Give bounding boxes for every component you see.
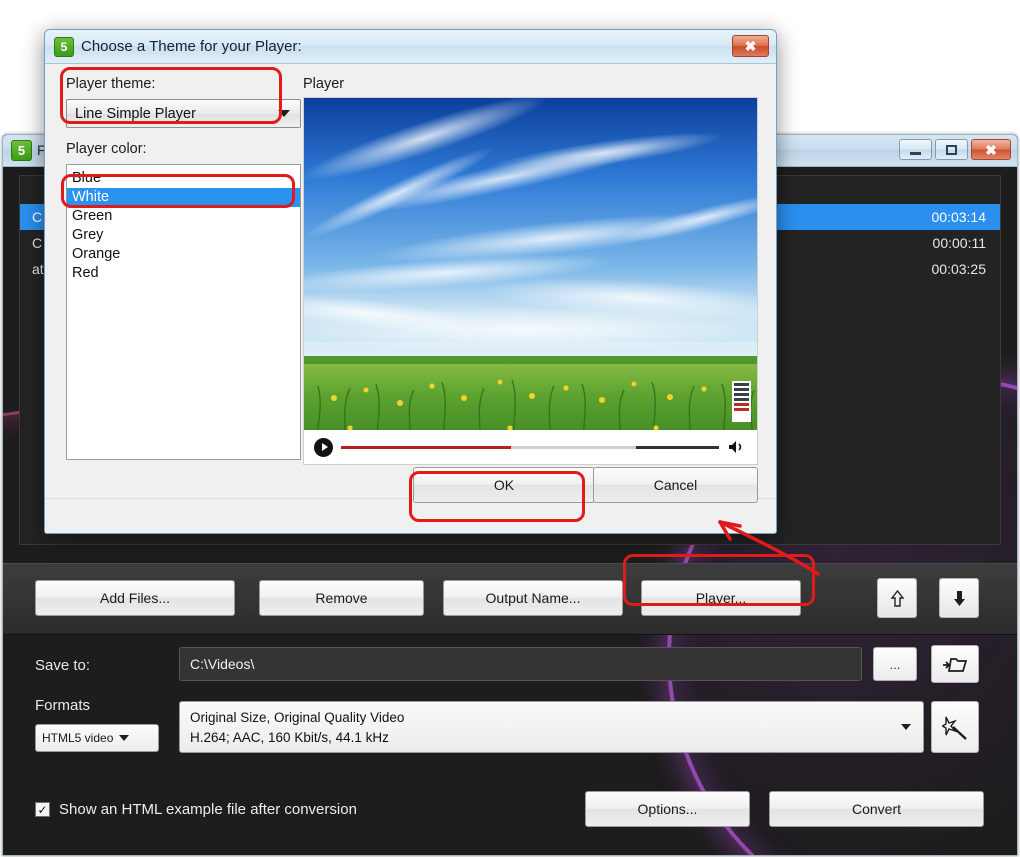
html5-green-icon: 5: [11, 140, 32, 161]
arrow-up-icon: [890, 589, 904, 607]
format-type-select[interactable]: HTML5 video: [35, 724, 159, 752]
dialog-close-button[interactable]: ✖: [732, 35, 769, 57]
preview-video-image: [304, 98, 757, 464]
arrow-down-icon: [953, 590, 965, 606]
level-meter-icon: [732, 381, 751, 422]
list-item[interactable]: Blue: [67, 169, 300, 188]
save-to-input[interactable]: C:\Videos\: [179, 647, 862, 681]
player-theme-label: Player theme:: [66, 76, 156, 92]
output-name-button[interactable]: Output Name...: [443, 580, 623, 616]
list-item[interactable]: Grey: [67, 226, 300, 245]
dialog-footer: OK Cancel: [45, 467, 776, 533]
profile-select[interactable]: Original Size, Original Quality Video H.…: [179, 701, 924, 753]
profile-line-1: Original Size, Original Quality Video: [190, 710, 405, 725]
play-icon[interactable]: [314, 437, 333, 457]
format-wizard-button[interactable]: [931, 701, 979, 753]
remove-button[interactable]: Remove: [259, 580, 424, 616]
formats-label: Formats: [35, 697, 91, 714]
profile-line-2: H.264; AAC, 160 Kbit/s, 44.1 kHz: [190, 729, 389, 745]
cancel-button[interactable]: Cancel: [593, 467, 758, 503]
close-icon: ✖: [744, 37, 757, 54]
sky-field-image: [304, 98, 757, 464]
add-files-button[interactable]: Add Files...: [35, 580, 235, 616]
screenshot-root: 5 F ✖ C 00:03:14 C 00:00:11 00:03:25 Add…: [0, 0, 1020, 857]
chevron-down-icon: [901, 724, 911, 730]
list-item[interactable]: Orange: [67, 245, 300, 264]
checkbox-indicator[interactable]: ✓: [35, 802, 50, 817]
browse-folder-button[interactable]: ...: [873, 647, 917, 681]
player-controls[interactable]: [304, 430, 757, 464]
file-duration: 00:03:25: [931, 261, 987, 277]
choose-theme-dialog: 5 Choose a Theme for your Player: ✖ Play…: [44, 29, 777, 534]
options-button[interactable]: Options...: [585, 791, 750, 827]
list-item[interactable]: White: [67, 188, 300, 207]
close-button[interactable]: ✖: [971, 139, 1011, 160]
main-toolbar: Add Files... Remove Output Name... Playe…: [3, 563, 1017, 635]
move-down-button[interactable]: [939, 578, 979, 618]
file-name: C: [32, 209, 43, 225]
chevron-down-icon: [278, 110, 290, 117]
minimize-icon: [910, 151, 921, 155]
move-up-button[interactable]: [877, 578, 917, 618]
save-to-label: Save to:: [35, 657, 91, 674]
file-duration: 00:00:11: [932, 235, 986, 251]
open-folder-icon: [943, 657, 968, 672]
progress-buffer: [635, 445, 719, 449]
show-html-example-checkbox[interactable]: ✓ Show an HTML example file after conver…: [35, 801, 357, 818]
dialog-title: Choose a Theme for your Player:: [81, 38, 302, 55]
checkbox-label: Show an HTML example file after conversi…: [59, 801, 357, 818]
player-color-listbox[interactable]: Blue White Green Grey Orange Red: [66, 164, 301, 460]
list-item[interactable]: Green: [67, 207, 300, 226]
open-output-folder-button[interactable]: [931, 645, 979, 683]
magic-wand-icon: [942, 716, 967, 740]
output-settings-panel: Save to: C:\Videos\ ... Formats HTML5 vi…: [3, 635, 1017, 855]
progress-played: [341, 445, 512, 449]
speaker-icon[interactable]: [727, 439, 747, 455]
close-icon: ✖: [985, 141, 997, 158]
player-color-label: Player color:: [66, 141, 147, 157]
preview-label: Player: [303, 76, 345, 92]
ok-button[interactable]: OK: [413, 467, 595, 503]
chevron-down-icon: [119, 735, 130, 741]
window-controls: ✖: [899, 139, 1011, 160]
file-duration: 00:03:14: [931, 209, 987, 225]
maximize-button[interactable]: [935, 139, 968, 160]
minimize-button[interactable]: [899, 139, 932, 160]
dialog-body: Player theme: Line Simple Player Player …: [45, 64, 776, 500]
maximize-icon: [946, 144, 957, 155]
player-button[interactable]: Player...: [641, 580, 801, 616]
html5-green-icon: 5: [54, 37, 74, 57]
player-preview: [303, 97, 758, 465]
seek-slider[interactable]: [341, 445, 719, 449]
list-item[interactable]: Red: [67, 264, 300, 283]
dialog-titlebar: 5 Choose a Theme for your Player: ✖: [45, 30, 776, 64]
convert-button[interactable]: Convert: [769, 791, 984, 827]
player-theme-select[interactable]: Line Simple Player: [66, 99, 301, 128]
file-name: C: [32, 235, 43, 251]
player-theme-value: Line Simple Player: [75, 105, 196, 122]
format-type-value: HTML5 video: [42, 731, 114, 745]
